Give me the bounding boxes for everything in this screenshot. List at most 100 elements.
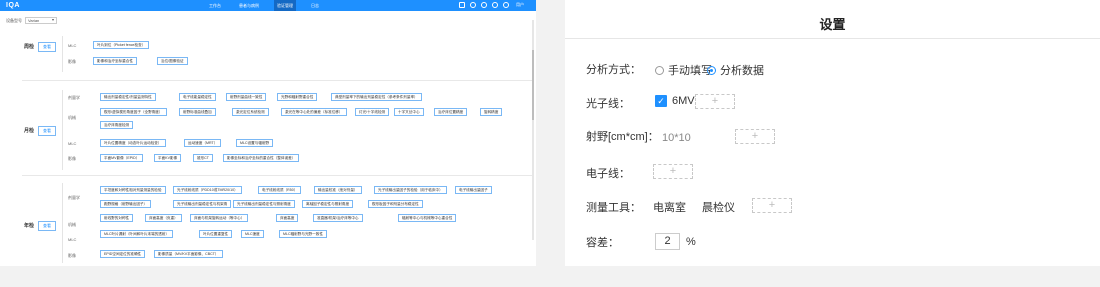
add-electron-button[interactable]: +	[653, 164, 693, 179]
row-label: 影像	[68, 253, 76, 258]
qa-item-tag[interactable]: 电子线输出量因子	[455, 186, 492, 194]
user-name[interactable]: 用户	[516, 2, 524, 8]
nav-log[interactable]: 日志	[308, 0, 322, 11]
tool-daily-checker[interactable]: 晨检仪	[702, 199, 735, 215]
qa-item-tag[interactable]: 激光在等中心处的偏差（标准位移）	[281, 108, 347, 116]
qa-item-tag[interactable]: 辐射等中心与机械等中心重合性	[398, 214, 457, 222]
qa-item-tag[interactable]: 影像和治疗坐标重合性	[93, 57, 137, 65]
qa-item-tag[interactable]: 射野标准曲线叠加	[179, 108, 216, 116]
nav-workbench[interactable]: 工作台	[206, 0, 224, 11]
qa-item-tag[interactable]: 床面与机架旋转运动（等中心）	[190, 214, 249, 222]
qa-item-tag[interactable]: 平面MV影像（EPID）	[100, 154, 144, 162]
qa-item-tag[interactable]: 楔形板因子和剂量分布稳定性	[368, 200, 423, 208]
qa-item-tag[interactable]: MLC辐射野与光野一致性	[279, 230, 327, 238]
tolerance-unit: %	[686, 236, 696, 248]
qa-item-tag[interactable]: 光子线输出剂量稳定性与机架角	[173, 200, 232, 208]
section-annual-label: 年检	[24, 223, 35, 229]
qa-item-tag[interactable]: 治位/图像验证	[157, 57, 188, 65]
grid-icon[interactable]	[459, 2, 465, 8]
qa-item-tag[interactable]: 楔形/虚拟楔形角度因子（全野角度）	[100, 108, 167, 116]
help-icon[interactable]	[470, 2, 476, 8]
title-divider	[565, 38, 1100, 39]
add-photon-button[interactable]: +	[695, 94, 735, 109]
qa-item-tag[interactable]: 叶片位置精度（动态叶片运动检查）	[100, 139, 166, 147]
section-separator	[22, 175, 532, 176]
avatar-icon[interactable]	[503, 2, 509, 8]
row-label: MLC	[68, 43, 77, 48]
analysis-method-label: 分析方式：	[586, 64, 641, 76]
qa-item-tag[interactable]: 准直器/机架/治疗床等中心	[313, 214, 363, 222]
qa-item-tag[interactable]: 叶片到位（Picket fence检查）	[93, 41, 150, 49]
qa-item-tag[interactable]: 灯光/十字线检测	[355, 108, 390, 116]
qa-item-tag[interactable]: 跑野规格（射野输出因子）	[100, 200, 152, 208]
radio-analysis-label[interactable]: 分析数据	[720, 62, 764, 78]
section-monthly-view-button[interactable]: 查看	[38, 126, 56, 136]
radio-analysis-data[interactable]: 分析数据	[707, 62, 764, 78]
section-weekly-view-button[interactable]: 查看	[38, 42, 56, 52]
qa-item-tag[interactable]: 电子线射线质（R50）	[258, 186, 302, 194]
row-label: 剂量学	[68, 195, 80, 200]
qa-item-tag[interactable]: 影像坐标和治疗坐标的重合性（整体误差）	[223, 154, 300, 162]
qa-item-tag[interactable]: 射野剂量曲线一致性	[226, 93, 267, 101]
device-select[interactable]: Varian	[25, 17, 57, 24]
qa-item-tag[interactable]: 光野和辐射野重合性	[277, 93, 318, 101]
field-size-value: 10*10	[662, 132, 691, 144]
photon-value: 6MV	[672, 95, 695, 107]
settings-panel: 设置 分析方式： 手动填写 分析数据 光子线： ✓ 6MV + 射野[cm*cm…	[565, 0, 1100, 266]
qa-item-tag[interactable]: 影像质量（MV/KV平面影像、CBCT）	[154, 250, 223, 258]
qa-item-tag[interactable]: 治疗床位置精度	[434, 108, 468, 116]
qa-item-tag[interactable]: MLC设置与辐射野	[236, 139, 274, 147]
qa-item-tag[interactable]: 运动速度（MRT）	[184, 139, 222, 147]
qa-item-tag[interactable]: 射线野的对称性	[100, 214, 134, 222]
row-label: MLC	[68, 141, 77, 146]
qa-item-tag[interactable]: 离轴因子稳定性与照射角度	[302, 200, 354, 208]
qa-item-tag[interactable]: MLC速度	[241, 230, 264, 238]
qa-item-tag[interactable]: 平面KV影像	[154, 154, 182, 162]
radio-analysis-circle[interactable]	[707, 65, 716, 75]
qa-item-tag[interactable]: 叶片位置重复性	[199, 230, 233, 238]
section-weekly-label: 周检	[24, 44, 35, 50]
qa-item-tag[interactable]: 旋转精度	[480, 108, 503, 116]
nav-validation[interactable]: 验证管理	[274, 0, 296, 11]
qa-item-tag[interactable]: 光子线输出量因子的检验（用于临床中）	[374, 186, 447, 194]
tool-ion-chamber[interactable]: 电离室	[653, 199, 686, 215]
qa-item-tag[interactable]: 输出量校准（绝对剂量）	[314, 186, 362, 194]
qa-item-tag[interactable]: 十字叉丝中心	[394, 108, 424, 116]
photon-checkbox-check-icon[interactable]: ✓	[655, 95, 667, 107]
tolerance-label: 容差：	[586, 237, 619, 249]
section-annual-view-button[interactable]: 查看	[38, 221, 56, 231]
radio-manual-label[interactable]: 手动填写	[668, 62, 712, 78]
section-divider	[62, 90, 63, 170]
nav-patients[interactable]: 患者与病例	[236, 0, 262, 11]
qa-item-tag[interactable]: 激光定位系统检测	[232, 108, 269, 116]
row-label: 影像	[68, 156, 76, 161]
radio-manual-circle[interactable]	[655, 65, 664, 75]
field-size-label: 射野[cm*cm]：	[586, 131, 659, 143]
qa-item-tag[interactable]: 锥形CT	[193, 154, 213, 162]
qa-item-tag[interactable]: MLC叶片漏射（叶间和叶片末端的透射）	[100, 230, 174, 238]
bell-icon[interactable]	[481, 2, 487, 8]
add-field-button[interactable]: +	[735, 129, 775, 144]
section-separator	[22, 80, 532, 81]
top-nav-bar: IQA 工作台 患者与病例 验证管理 日志 用户	[0, 0, 536, 11]
qa-item-tag[interactable]: 电子线能量稳定性	[179, 93, 216, 101]
settings-icon[interactable]	[492, 2, 498, 8]
qa-item-tag[interactable]: 典型剂量率下的输出剂量稳定性（参考条件剂量率）	[331, 93, 422, 101]
qa-item-tag[interactable]: 平坦度和对称性相对剂量测量的检验	[100, 186, 166, 194]
qa-item-tag[interactable]: 床面高度	[276, 214, 299, 222]
scrollbar-thumb[interactable]	[532, 50, 534, 120]
qa-item-tag[interactable]: 光子线射线质（PDD10或TMR20/10）	[173, 186, 242, 194]
row-label: MLC	[68, 237, 77, 242]
tool-label: 测量工具：	[586, 202, 641, 214]
scrollbar[interactable]	[532, 20, 534, 240]
qa-item-tag[interactable]: 治疗床角度检测	[100, 121, 134, 129]
qa-item-tag[interactable]: 输出剂量稳定性/剂量监测特性	[100, 93, 156, 101]
qa-item-tag[interactable]: 床面高度（负重）	[145, 214, 182, 222]
radio-manual[interactable]: 手动填写	[655, 62, 712, 78]
qa-item-tag[interactable]: 光子线输出剂量稳定性与照射角度	[233, 200, 295, 208]
qa-list-panel: IQA 工作台 患者与病例 验证管理 日志 用户 设备型号 Varian 周	[0, 0, 536, 266]
row-label: 影像	[68, 59, 76, 64]
qa-item-tag[interactable]: EPID空间定位的准确性	[100, 250, 146, 258]
tolerance-input[interactable]: 2	[655, 233, 680, 250]
add-tool-button[interactable]: +	[752, 198, 792, 213]
